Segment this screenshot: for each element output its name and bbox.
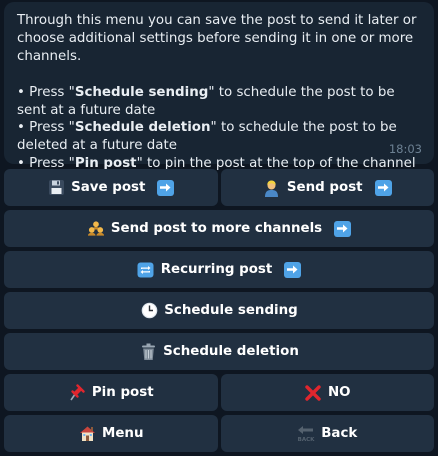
menu-button[interactable]: Menu <box>4 415 218 452</box>
trash-icon <box>139 343 157 361</box>
pin-post-button[interactable]: Pin post <box>4 374 218 411</box>
keyboard-row: Save post Send post <box>4 169 434 206</box>
keyboard-row: Recurring post <box>4 251 434 288</box>
arrow-right-icon <box>334 220 352 237</box>
recurring-post-label: Recurring post <box>160 262 273 277</box>
svg-text:BACK: BACK <box>298 437 315 442</box>
keyboard-row: Schedule sending <box>4 292 434 329</box>
chat-view: Through this menu you can save the post … <box>0 0 438 456</box>
arrow-right-icon <box>374 179 392 196</box>
keyboard-row: Send post to more channels <box>4 210 434 247</box>
keyboard-row: Menu BACK Back <box>4 415 434 452</box>
clock-icon <box>140 302 158 320</box>
send-post-label: Send post <box>286 180 363 195</box>
repeat-icon <box>137 261 155 279</box>
pushpin-icon <box>68 384 86 402</box>
message-bubble: Through this menu you can save the post … <box>4 2 434 171</box>
inline-keyboard: Save post Send post Send post to more ch… <box>4 169 434 456</box>
save-post-button[interactable]: Save post <box>4 169 218 206</box>
back-button[interactable]: BACK Back <box>220 415 434 452</box>
recurring-post-button[interactable]: Recurring post <box>4 251 434 288</box>
schedule-deletion-button[interactable]: Schedule deletion <box>4 333 434 370</box>
cross-mark-icon <box>304 384 322 402</box>
message-item-schedule-sending: • Press "Schedule sending" to schedule t… <box>17 84 395 118</box>
floppy-disk-icon <box>47 179 65 197</box>
house-icon <box>78 425 96 443</box>
no-label: NO <box>327 385 351 400</box>
message-time: 18:03 <box>388 142 422 157</box>
schedule-sending-button[interactable]: Schedule sending <box>4 292 434 329</box>
message-item-schedule-deletion: • Press "Schedule deletion" to schedule … <box>17 120 397 154</box>
send-to-more-channels-button[interactable]: Send post to more channels <box>4 210 434 247</box>
group-icon <box>87 220 105 238</box>
keyboard-row: Schedule deletion <box>4 333 434 370</box>
keyboard-row: Pin post NO <box>4 374 434 411</box>
no-button[interactable]: NO <box>220 374 434 411</box>
back-arrow-icon: BACK <box>297 425 315 443</box>
schedule-sending-label: Schedule sending <box>164 303 298 318</box>
menu-label: Menu <box>102 426 144 441</box>
send-to-more-channels-label: Send post to more channels <box>110 221 323 236</box>
person-icon <box>263 179 281 197</box>
pin-post-label: Pin post <box>91 385 154 400</box>
back-label: Back <box>321 426 358 441</box>
arrow-right-icon <box>284 261 302 278</box>
message-intro: Through this menu you can save the post … <box>17 13 417 64</box>
send-post-button[interactable]: Send post <box>220 169 434 206</box>
schedule-deletion-label: Schedule deletion <box>163 344 299 359</box>
save-post-label: Save post <box>71 180 146 195</box>
arrow-right-icon <box>157 179 175 196</box>
